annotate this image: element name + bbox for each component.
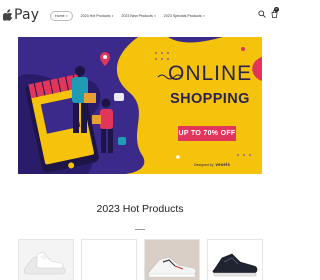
search-icon[interactable] xyxy=(258,10,266,18)
section-title: 2023 Hot Products xyxy=(96,203,184,215)
banner-title: ONLINE xyxy=(168,62,253,85)
chevron-down-icon: ▾ xyxy=(66,14,68,18)
cart-count-badge: 0 xyxy=(274,7,279,12)
nav-item-specials-products[interactable]: 2023 Specials Products ▾ xyxy=(164,14,205,18)
chevron-down-icon: ▾ xyxy=(111,14,114,18)
product-card-blank[interactable] xyxy=(81,239,137,280)
site-logo[interactable]: Pay xyxy=(3,7,39,23)
hero-banner[interactable]: ONLINE SHOPPING UP TO 70% OFF Designed b… xyxy=(18,37,262,174)
white-running-shoe-image xyxy=(145,240,199,280)
section-divider xyxy=(135,229,145,230)
nav-item-hot-products[interactable]: 2023 Hot Products ▾ xyxy=(81,14,114,18)
vexels-logo: vexels xyxy=(215,162,231,167)
cart-button[interactable]: 0 xyxy=(271,7,279,18)
blank-product-image xyxy=(82,240,136,280)
apple-logo-icon xyxy=(3,9,13,21)
banner-subtitle: SHOPPING xyxy=(170,91,250,107)
black-running-shoe-image xyxy=(208,240,262,280)
nav-item-home[interactable]: Home ▾ xyxy=(50,11,73,21)
site-header: Pay Home ▾ 2023 Hot Products ▾ 2023 New Pr… xyxy=(0,0,280,34)
white-sneakers-image xyxy=(19,240,73,280)
discount-badge: UP TO 70% OFF xyxy=(178,126,236,141)
product-card-black-running-shoe[interactable] xyxy=(207,239,263,280)
header-icons: 0 xyxy=(258,7,279,18)
logo-text: Pay xyxy=(14,7,40,23)
main-nav: Home ▾ 2023 Hot Products ▾ 2023 New Produc… xyxy=(50,11,205,21)
nav-item-new-products[interactable]: 2023 New Products ▾ xyxy=(121,14,155,18)
banner-credit: Designed by vexels xyxy=(194,162,231,167)
chevron-down-icon: ▾ xyxy=(203,14,205,18)
product-card-white-sneakers[interactable] xyxy=(18,239,74,280)
chevron-down-icon: ▾ xyxy=(154,14,156,18)
product-card-white-running-shoe[interactable] xyxy=(144,239,200,280)
